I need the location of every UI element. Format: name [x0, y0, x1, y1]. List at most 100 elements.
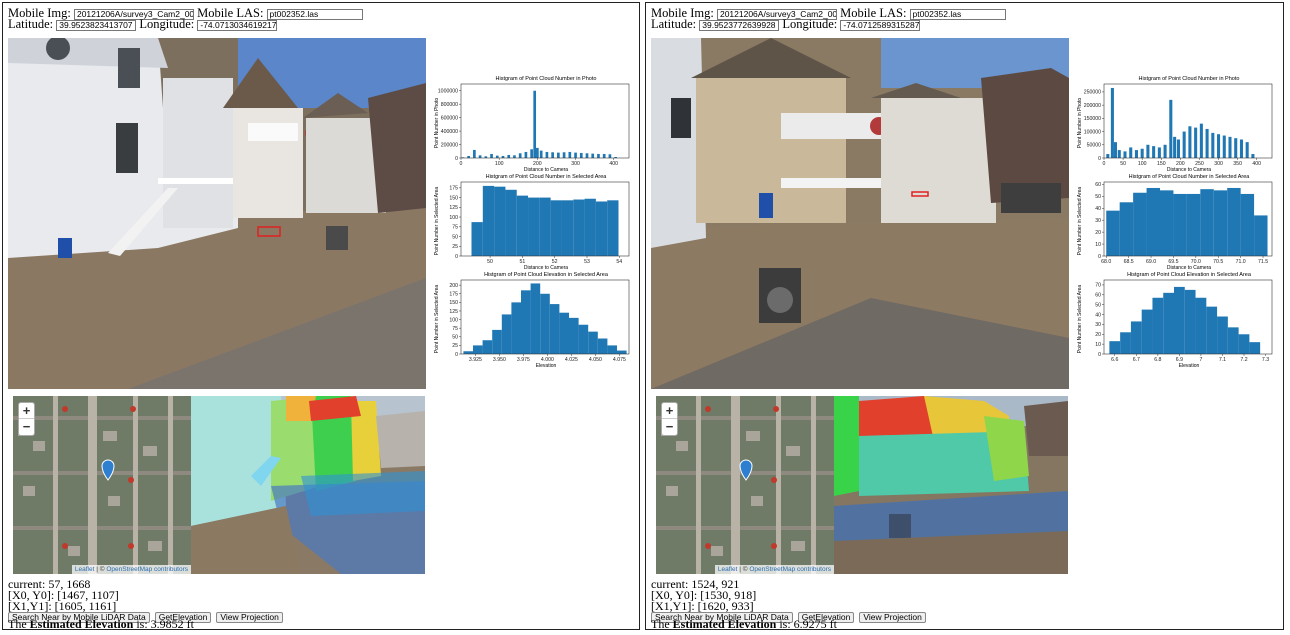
estimated-prefix: The	[8, 617, 27, 631]
histogram-bar	[549, 304, 560, 354]
histogram-bar	[1245, 142, 1249, 158]
histogram-selected-distance: Histgram of Point Cloud Number in Select…	[431, 174, 631, 271]
mobile-las-field[interactable]: pt002352.las	[266, 8, 363, 20]
histogram-bar	[507, 154, 511, 158]
y-tick-label: 50000	[1087, 143, 1102, 149]
zoom-in-button[interactable]: +	[19, 403, 34, 419]
latitude-field[interactable]: 39.9523772639928	[699, 19, 780, 31]
leaflet-link[interactable]: Leaflet	[75, 566, 95, 573]
y-tick-label: 20	[1095, 230, 1101, 236]
street-photo-image	[8, 38, 426, 389]
zoom-in-button[interactable]: +	[662, 403, 677, 419]
longitude-field[interactable]: -74.0712589315287	[840, 19, 921, 31]
histogram-bar	[562, 152, 566, 158]
y-tick-label: 200000	[1084, 103, 1101, 109]
histogram-bar	[1174, 286, 1185, 354]
histogram-stack: Histgram of Point Cloud Number in Photo …	[431, 76, 631, 369]
osm-link[interactable]: OpenStreetMap contributors	[106, 566, 188, 573]
map-tiles	[656, 396, 834, 574]
histogram-bar	[608, 154, 612, 158]
street-photo[interactable]	[8, 38, 426, 389]
y-tick-label: 50	[1095, 302, 1101, 308]
histogram-plot: 50 51 52 53 540255075100125150175	[449, 181, 630, 265]
satellite-map[interactable]: + − Leaflet | © OpenStreetMap contributo…	[656, 396, 834, 574]
y-tick-label: 25	[452, 343, 458, 349]
histogram-bar	[516, 195, 529, 256]
histogram-photo-distance: Histgram of Point Cloud Number in Photo …	[1074, 76, 1274, 173]
attribution-separator: | ©	[739, 566, 748, 573]
histogram-bar	[559, 312, 569, 354]
histogram-bar	[1109, 341, 1121, 354]
view-projection-button[interactable]: View Projection	[859, 612, 926, 623]
histogram-bar	[1133, 192, 1147, 256]
lidar-projection-view	[191, 396, 425, 574]
histogram-bar	[1163, 144, 1167, 158]
y-tick-label: 0	[1098, 352, 1101, 358]
viewer-panel-left: Mobile Img: 20121206A/survey3_Cam2_00066…	[2, 2, 640, 630]
histogram-bar	[478, 155, 482, 158]
histogram-plot: 6.6 6.7 6.8 6.9 7 7.1 7.2 7.3010203040506070	[1095, 279, 1273, 363]
x-axis-label: Distance to Camera	[1166, 265, 1212, 271]
y-tick-label: 0	[455, 254, 458, 260]
histogram-bar	[607, 200, 619, 256]
estimated-value: 6.9275 ft	[793, 617, 838, 631]
zoom-out-button[interactable]: −	[662, 419, 677, 435]
y-tick-label: 40	[1095, 312, 1101, 318]
histogram-bar	[1130, 321, 1142, 354]
histogram-bar	[492, 329, 502, 354]
y-tick-label: 100	[449, 317, 458, 323]
satellite-map[interactable]: + − Leaflet | © OpenStreetMap contributo…	[13, 396, 191, 574]
histogram-bar	[561, 200, 574, 256]
histogram-bar	[530, 149, 533, 158]
histogram-bar	[607, 345, 617, 354]
estimated-elevation: The Estimated Elevation is: 3.9852 ft	[8, 618, 194, 630]
histogram-bar	[1106, 210, 1120, 256]
leaflet-link[interactable]: Leaflet	[718, 566, 738, 573]
histogram-bar	[550, 200, 562, 256]
histogram-bar	[1129, 147, 1133, 158]
y-tick-label: 150	[449, 195, 458, 201]
view-projection-button[interactable]: View Projection	[216, 612, 283, 623]
histogram-bar	[1227, 187, 1241, 256]
histogram-photo-distance: Histgram of Point Cloud Number in Photo …	[431, 76, 631, 173]
y-tick-label: 200	[449, 283, 458, 289]
latitude-field[interactable]: 39.9523823413707	[56, 19, 137, 31]
zoom-out-button[interactable]: −	[19, 419, 34, 435]
histogram-bar	[595, 201, 608, 256]
histogram-bar	[501, 155, 505, 158]
histogram-bar	[1119, 202, 1134, 256]
attribution-separator: | ©	[96, 566, 105, 573]
histogram-bar	[591, 153, 595, 158]
y-tick-label: 10	[1095, 242, 1101, 248]
histogram-bar	[521, 290, 531, 354]
histogram-plot: 68.0 68.5 69.0 69.5 70.0 70.5 71.0 71.501020304…	[1095, 181, 1273, 265]
histogram-bar	[1140, 148, 1144, 158]
histogram-bar	[1240, 193, 1255, 256]
y-axis-label: Point Number in Selected Area	[1077, 284, 1083, 354]
histogram-bar	[528, 197, 540, 256]
x-axis-label: Elevation	[1178, 363, 1200, 369]
histogram-bar	[551, 152, 554, 158]
y-tick-label: 50	[1095, 194, 1101, 200]
histogram-bar	[569, 317, 579, 354]
histogram-bar	[524, 151, 528, 158]
y-tick-label: 200000	[441, 142, 458, 148]
histogram-bar	[490, 153, 493, 158]
histogram-bar	[1217, 134, 1221, 158]
histogram-bar	[518, 153, 522, 158]
histogram-bar	[588, 331, 598, 354]
mobile-las-field[interactable]: pt002352.las	[909, 8, 1006, 20]
histogram-bar	[501, 314, 512, 354]
y-tick-label: 125	[449, 309, 458, 315]
longitude-field[interactable]: -74.0713034619217	[197, 19, 278, 31]
y-tick-label: 175	[449, 186, 458, 192]
osm-link[interactable]: OpenStreetMap contributors	[749, 566, 831, 573]
histogram-bar	[1173, 136, 1177, 158]
y-tick-label: 600000	[441, 115, 458, 121]
y-tick-label: 0	[1098, 254, 1101, 260]
histogram-bar	[1249, 342, 1261, 354]
street-photo[interactable]	[651, 38, 1069, 389]
histogram-bar	[471, 222, 483, 256]
histogram-bar	[1113, 142, 1117, 158]
histogram-bar	[530, 283, 541, 354]
